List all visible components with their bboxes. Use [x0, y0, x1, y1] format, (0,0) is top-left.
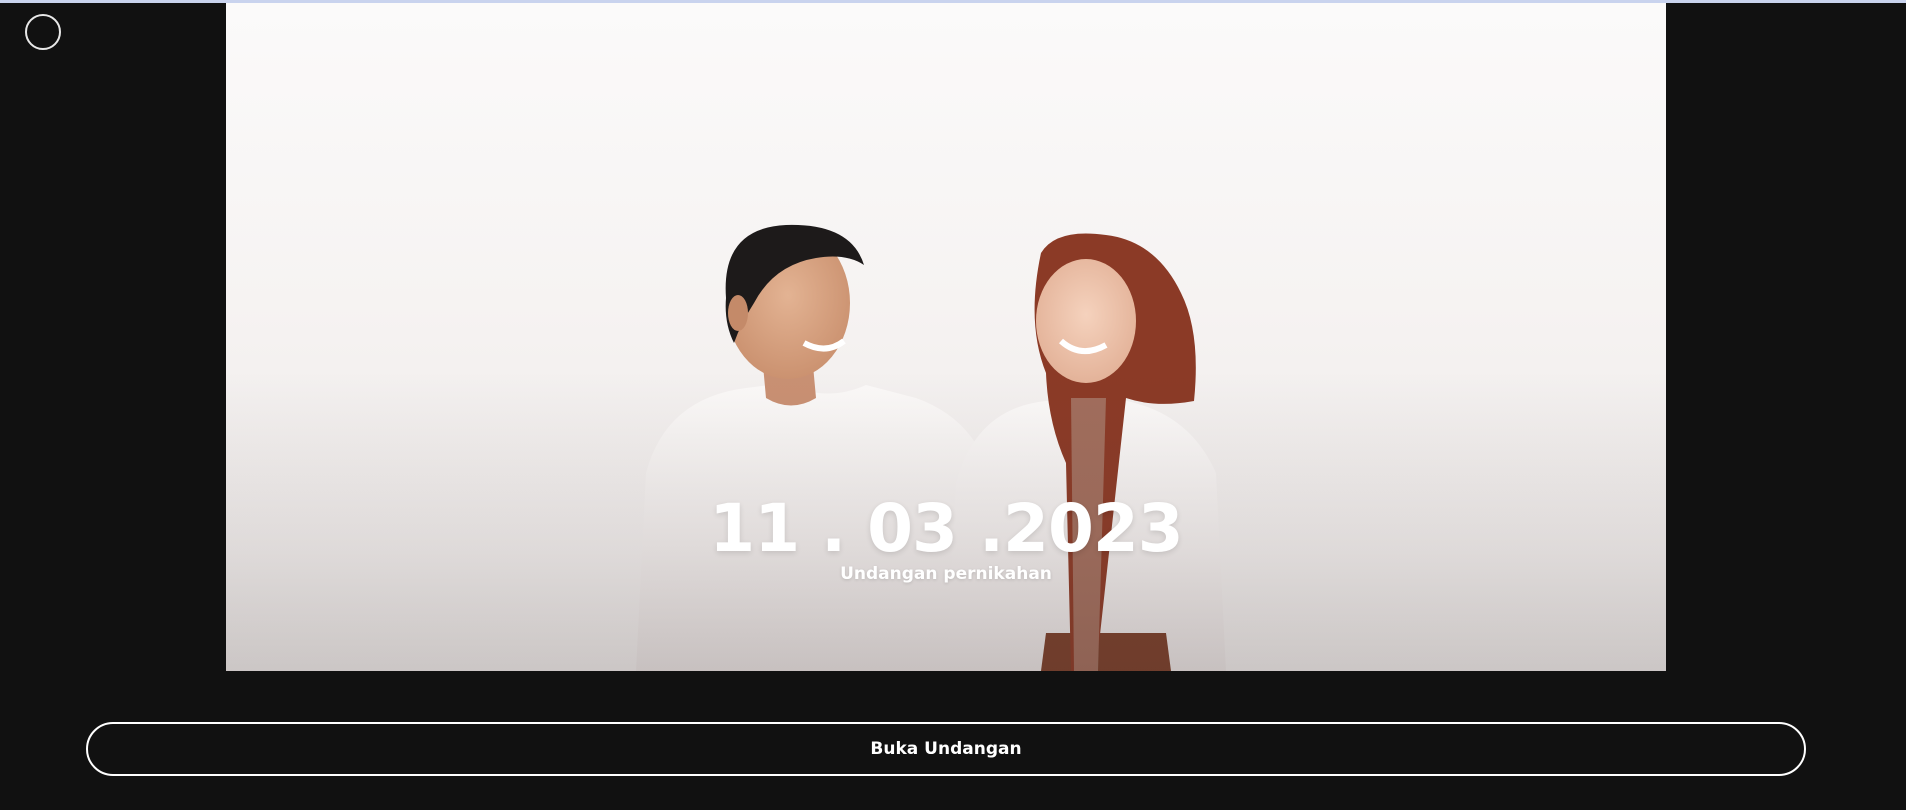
open-invitation-button[interactable]: Buka Undangan — [86, 722, 1806, 776]
wedding-date: 11 . 03 .2023 — [709, 490, 1183, 567]
hero-section: 11 . 03 .2023 Undangan pernikahan — [226, 3, 1666, 671]
invitation-subtitle: Undangan pernikahan — [840, 564, 1052, 584]
music-toggle-button[interactable] — [25, 14, 61, 50]
